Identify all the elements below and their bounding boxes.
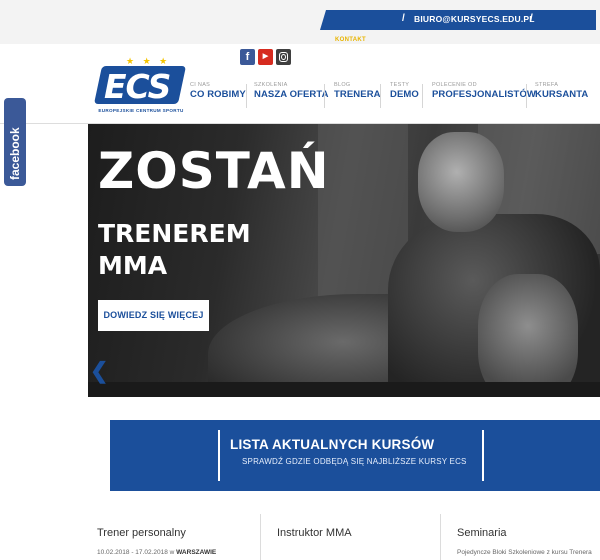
banner-divider: [482, 430, 484, 481]
nav-item-overline: SZKOLENIA: [254, 82, 288, 88]
email-separator-end: /: [530, 13, 533, 24]
nav-item-label: CO ROBIMY: [190, 89, 246, 100]
nav-item-profesjonalistow[interactable]: POLECENIE OD PROFESJONALISTÓW: [432, 82, 536, 100]
contact-link[interactable]: KONTAKT: [335, 37, 366, 43]
course-column-heading: Seminaria: [457, 527, 507, 539]
nav-item-label: NASZA OFERTA: [254, 89, 329, 100]
ecs-logo[interactable]: ★ ★ ★ ECS EUROPEJSKIE CENTRUM SPORTU: [93, 56, 187, 118]
hero-subheadline-line: MMA: [98, 251, 168, 280]
nav-item-overline: BLOG: [334, 82, 351, 88]
email-separator: /: [402, 13, 405, 24]
nav-item-overline: CI NAS: [190, 82, 211, 88]
hero-subheadline: TRENEREM MMA: [98, 218, 251, 282]
slider-prev-arrow-icon[interactable]: ❮: [90, 358, 108, 384]
nav-divider: [526, 84, 527, 108]
nav-item-co-robimy[interactable]: CI NAS CO ROBIMY: [190, 82, 246, 100]
courses-list-banner[interactable]: LISTA AKTUALNYCH KURSÓW SPRAWDŹ GDZIE OD…: [110, 420, 600, 491]
facebook-tab-label: facebook: [8, 127, 22, 180]
learn-more-button[interactable]: DOWIEDZ SIĘ WIĘCEJ: [98, 300, 209, 331]
facebook-icon[interactable]: f: [240, 49, 255, 65]
youtube-icon[interactable]: ▶: [258, 49, 273, 65]
email-bar: / BIURO@KURSYECS.EDU.PL /: [320, 10, 596, 30]
nav-divider: [324, 84, 325, 108]
nav-item-nasza-oferta[interactable]: SZKOLENIA NASZA OFERTA: [254, 82, 329, 100]
nav-divider: [380, 84, 381, 108]
email-link[interactable]: BIURO@KURSYECS.EDU.PL: [414, 14, 535, 24]
nav-item-demo[interactable]: TESTY DEMO: [390, 82, 419, 100]
course-date: 10.02.2018 - 17.02.2018 w WARSZAWIE: [97, 549, 217, 556]
nav-item-overline: TESTY: [390, 82, 410, 88]
course-column-instruktor-mma[interactable]: Instruktor MMA: [277, 527, 352, 539]
hero-floor: [88, 382, 600, 397]
nav-item-label: DEMO: [390, 89, 419, 100]
column-divider: [440, 514, 441, 560]
column-divider: [260, 514, 261, 560]
hero-headline: ZOSTAŃ: [98, 142, 330, 200]
hero-photo-fighter-arm: [478, 274, 578, 397]
banner-divider: [218, 430, 220, 481]
logo-tagline: EUROPEJSKIE CENTRUM SPORTU: [98, 108, 184, 113]
course-column-heading: Instruktor MMA: [277, 527, 352, 539]
logo-letters: ECS: [104, 67, 171, 106]
course-description: Pojedyncze Bloki Szkoleniowe z kursu Tre…: [457, 549, 592, 556]
nav-item-kursanta[interactable]: STREFA KURSANTA: [535, 82, 588, 100]
course-column-seminaria[interactable]: Seminaria Pojedyncze Bloki Szkoleniowe z…: [457, 527, 592, 556]
nav-divider: [246, 84, 247, 108]
nav-item-overline: STREFA: [535, 82, 559, 88]
course-column-trener-personalny[interactable]: Trener personalny 10.02.2018 - 17.02.201…: [97, 527, 216, 556]
hero-subheadline-line: TRENEREM: [98, 219, 251, 248]
facebook-side-tab[interactable]: facebook: [4, 98, 26, 186]
nav-divider: [422, 84, 423, 108]
course-column-heading: Trener personalny: [97, 527, 186, 539]
nav-item-label: KURSANTA: [535, 89, 589, 100]
courses-banner-title: LISTA AKTUALNYCH KURSÓW: [230, 437, 435, 452]
courses-banner-subtitle: SPRAWDŹ GDZIE ODBĘDĄ SIĘ NAJBLIŻSZE KURS…: [242, 457, 467, 466]
hero-slider: ZOSTAŃ TRENEREM MMA DOWIEDZ SIĘ WIĘCEJ ❮: [88, 124, 600, 397]
site-header: f ▶ ★ ★ ★ ECS EUROPEJSKIE CENTRUM SPORTU…: [0, 44, 600, 124]
nav-item-label: TRENERA: [334, 89, 381, 100]
nav-item-overline: POLECENIE OD: [432, 82, 477, 88]
instagram-icon[interactable]: [276, 49, 291, 65]
hero-photo-fighter-head: [418, 132, 504, 232]
nav-item-trenera[interactable]: BLOG TRENERA: [334, 82, 381, 100]
nav-item-label: PROFESJONALISTÓW: [432, 89, 536, 100]
